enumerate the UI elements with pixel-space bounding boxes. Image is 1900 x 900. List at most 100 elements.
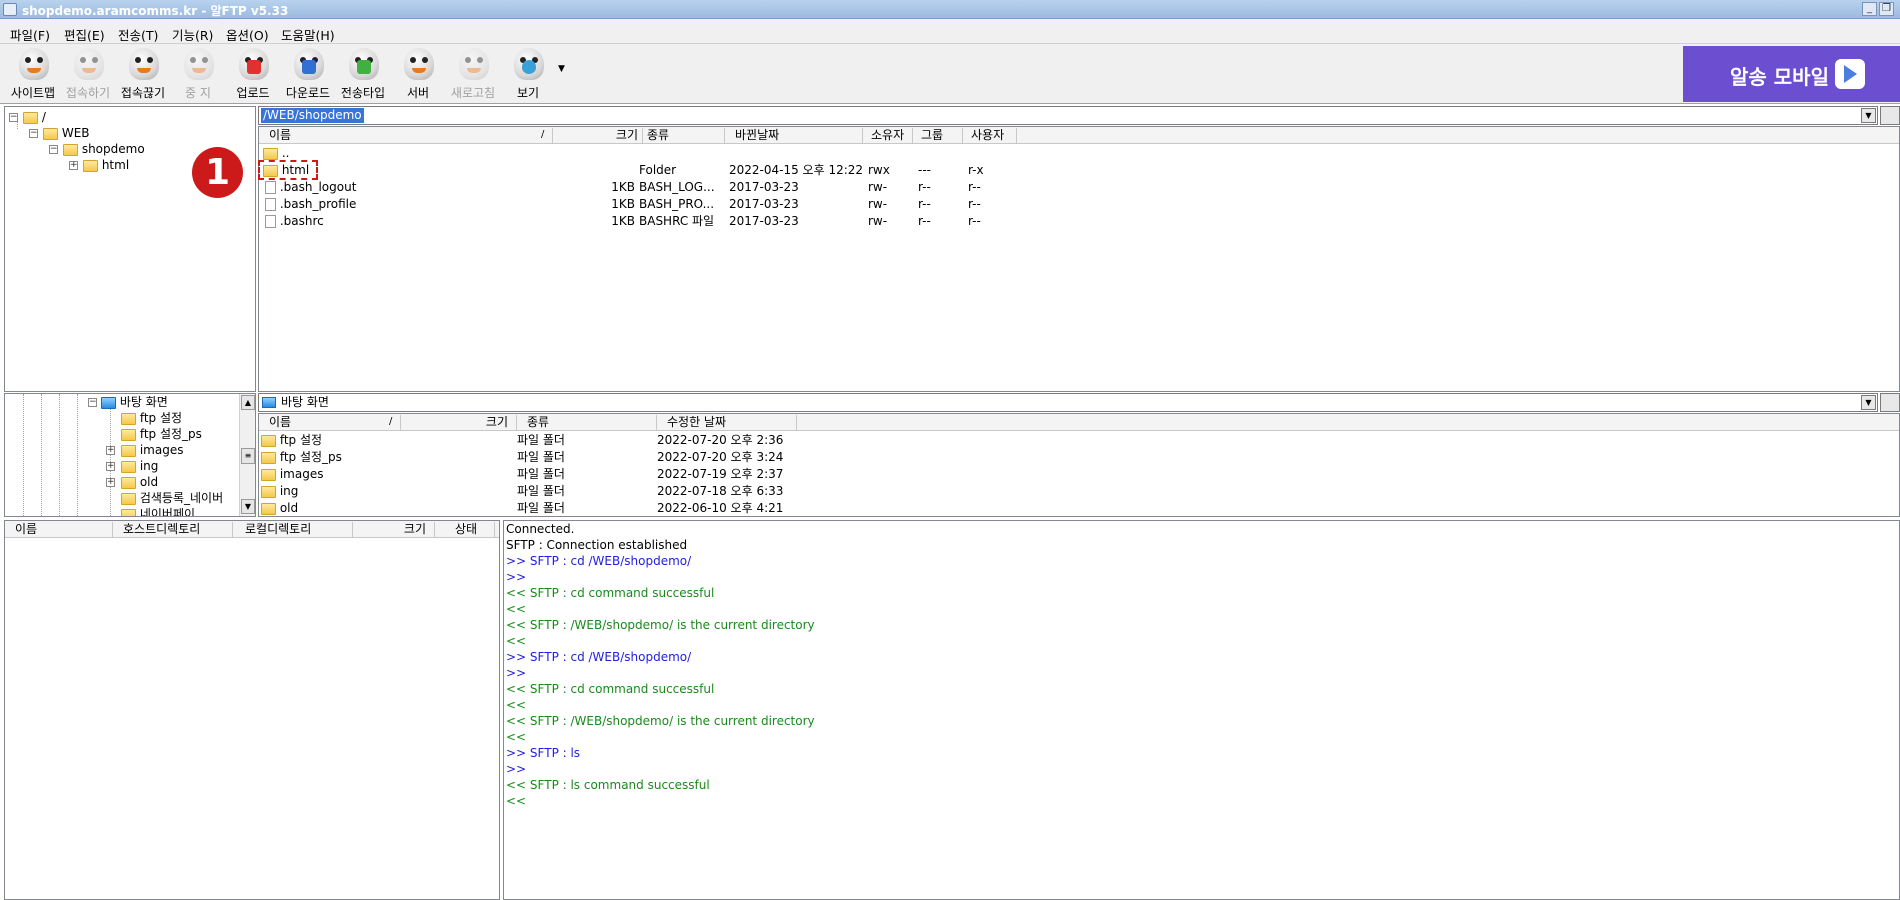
table-row[interactable]: images 파일 폴더 2022-07-19 오후 2:37	[259, 466, 819, 482]
table-row[interactable]: ing 파일 폴더 2022-07-18 오후 6:33	[259, 483, 819, 499]
server-icon	[404, 48, 434, 80]
tree-expander-web[interactable]: −	[29, 129, 38, 138]
log-line: >>	[506, 762, 527, 776]
col-host-dir[interactable]: 호스트디렉토리	[113, 522, 233, 537]
ad-banner[interactable]: 알송 모바일	[1683, 46, 1900, 102]
table-row[interactable]: old 파일 폴더 2022-06-10 오후 4:21	[259, 500, 819, 516]
table-row[interactable]: ..	[263, 145, 289, 161]
col-user[interactable]: 사용자	[963, 128, 1017, 143]
remote-path-chevron-down-icon[interactable]: ▼	[1861, 108, 1876, 123]
toolbar: 사이트맵 접속하기 접속끊기 중 지 업로드 다운로드 전송타입 서버 새로고침…	[0, 44, 1900, 104]
scroll-up-icon[interactable]: ▲	[241, 395, 255, 410]
local-path-combo[interactable]: 바탕 화면 ▼	[258, 393, 1878, 412]
local-tree-expander[interactable]: +	[106, 478, 115, 487]
local-tree-scrollbar[interactable]: ▲ ≡ ▼	[239, 394, 255, 516]
col-type[interactable]: 종류	[643, 128, 725, 143]
folder-icon	[121, 444, 136, 457]
menu-help[interactable]: 도움말(H)	[281, 25, 335, 44]
local-tree-node-desktop[interactable]: 바탕 화면	[101, 394, 168, 410]
folder-icon	[261, 451, 276, 464]
file-date: 2017-03-23	[729, 197, 799, 211]
file-name: .bashrc	[279, 214, 324, 228]
col-name[interactable]: 이름	[259, 415, 401, 430]
desktop-icon	[101, 396, 116, 409]
stop-button[interactable]: 중 지	[170, 44, 226, 102]
transfer-type-badge-icon	[357, 60, 371, 74]
local-tree-node[interactable]: ftp 설정_ps	[121, 426, 202, 442]
local-go-button[interactable]	[1880, 393, 1900, 412]
menu-options[interactable]: 옵션(O)	[226, 25, 269, 44]
ad-banner-text: 알송 모바일	[1730, 65, 1829, 89]
col-modified[interactable]: 수정한 날짜	[657, 415, 797, 430]
local-tree-node[interactable]: old	[121, 474, 158, 490]
refresh-button[interactable]: 새로고침	[445, 44, 501, 102]
col-size[interactable]: 크기	[353, 522, 435, 537]
tree-expander-root[interactable]: −	[9, 113, 18, 122]
menu-file[interactable]: 파일(F)	[10, 25, 50, 44]
local-tree-node[interactable]: images	[121, 442, 183, 458]
desktop-icon	[262, 397, 276, 408]
menu-function[interactable]: 기능(R)	[172, 25, 213, 44]
upload-button[interactable]: 업로드	[225, 44, 281, 102]
file-icon	[265, 215, 276, 228]
local-tree-node[interactable]: ftp 설정	[121, 410, 182, 426]
col-name[interactable]: 이름	[5, 522, 113, 537]
local-tree-expander[interactable]: +	[106, 446, 115, 455]
sitemap-button[interactable]: 사이트맵	[5, 44, 61, 102]
local-tree-node[interactable]: ing	[121, 458, 158, 474]
col-owner[interactable]: 소유자	[863, 128, 913, 143]
folder-icon	[261, 434, 276, 447]
table-row[interactable]: ftp 설정 파일 폴더 2022-07-20 오후 2:36	[259, 432, 819, 448]
remote-path-combo[interactable]: /WEB/shopdemo ▼	[258, 106, 1878, 125]
file-type: Folder	[639, 163, 677, 177]
tree-node-label: ftp 설정	[139, 411, 183, 425]
file-type: 파일 폴더	[517, 467, 565, 481]
scroll-down-icon[interactable]: ▼	[241, 499, 255, 514]
folder-icon	[261, 502, 276, 515]
col-type[interactable]: 종류	[517, 415, 657, 430]
local-tree-expander[interactable]: +	[106, 462, 115, 471]
window-title: shopdemo.aramcomms.kr - 알FTP v5.33	[22, 4, 289, 18]
scroll-thumb[interactable]: ≡	[241, 448, 255, 464]
tree-node-shopdemo[interactable]: shopdemo	[63, 141, 145, 157]
tree-node-root[interactable]: /	[23, 109, 46, 125]
col-group[interactable]: 그룹	[913, 128, 963, 143]
menu-edit[interactable]: 편집(E)	[64, 25, 105, 44]
toolbar-more-chevron-down-icon[interactable]: ▼	[558, 64, 565, 74]
tree-expander-shopdemo[interactable]: −	[49, 145, 58, 154]
folder-icon	[63, 143, 78, 156]
restore-button[interactable]: ❐	[1879, 2, 1894, 16]
col-size[interactable]: 크기	[553, 128, 643, 143]
tree-expander-html[interactable]: +	[69, 161, 78, 170]
download-button[interactable]: 다운로드	[280, 44, 336, 102]
table-row[interactable]: .bash_profile 1KB BASH_PRO... 2017-03-23…	[259, 196, 1019, 212]
log-line: >>	[506, 570, 527, 584]
col-size[interactable]: 크기	[401, 415, 517, 430]
menu-transfer[interactable]: 전송(T)	[118, 25, 158, 44]
connect-button[interactable]: 접속하기	[60, 44, 116, 102]
file-user: r--	[968, 197, 981, 211]
view-button[interactable]: 보기	[500, 44, 556, 102]
tree-node-web[interactable]: WEB	[43, 125, 90, 141]
minimize-button[interactable]: _	[1862, 2, 1877, 16]
table-row[interactable]: html Folder 2022-04-15 오후 12:22 rwx --- …	[259, 162, 1019, 178]
table-row[interactable]: .bash_logout 1KB BASH_LOG... 2017-03-23 …	[259, 179, 1019, 195]
local-tree-expander[interactable]: −	[88, 398, 97, 407]
transfer-type-button[interactable]: 전송타입	[335, 44, 391, 102]
table-row[interactable]: ftp 설정_ps 파일 폴더 2022-07-20 오후 3:24	[259, 449, 819, 465]
local-tree-node[interactable]: 네이버페이	[121, 506, 195, 516]
tree-node-html[interactable]: html	[83, 157, 129, 173]
file-type: BASH_PRO...	[639, 197, 715, 211]
server-button[interactable]: 서버	[390, 44, 446, 102]
local-tree-node[interactable]: 검색등록_네이버	[121, 490, 223, 506]
local-path-chevron-down-icon[interactable]: ▼	[1861, 395, 1876, 410]
remote-go-button[interactable]	[1880, 106, 1900, 125]
table-row[interactable]: .bashrc 1KB BASHRC 파일 2017-03-23 rw- r--…	[259, 213, 1019, 229]
col-name[interactable]: 이름	[259, 128, 553, 143]
col-modified[interactable]: 바뀐날짜	[725, 128, 863, 143]
file-user: r--	[968, 180, 981, 194]
sort-slash-icon: /	[389, 416, 393, 427]
col-status[interactable]: 상태	[435, 522, 495, 537]
col-local-dir[interactable]: 로컬디렉토리	[233, 522, 353, 537]
disconnect-button[interactable]: 접속끊기	[115, 44, 171, 102]
